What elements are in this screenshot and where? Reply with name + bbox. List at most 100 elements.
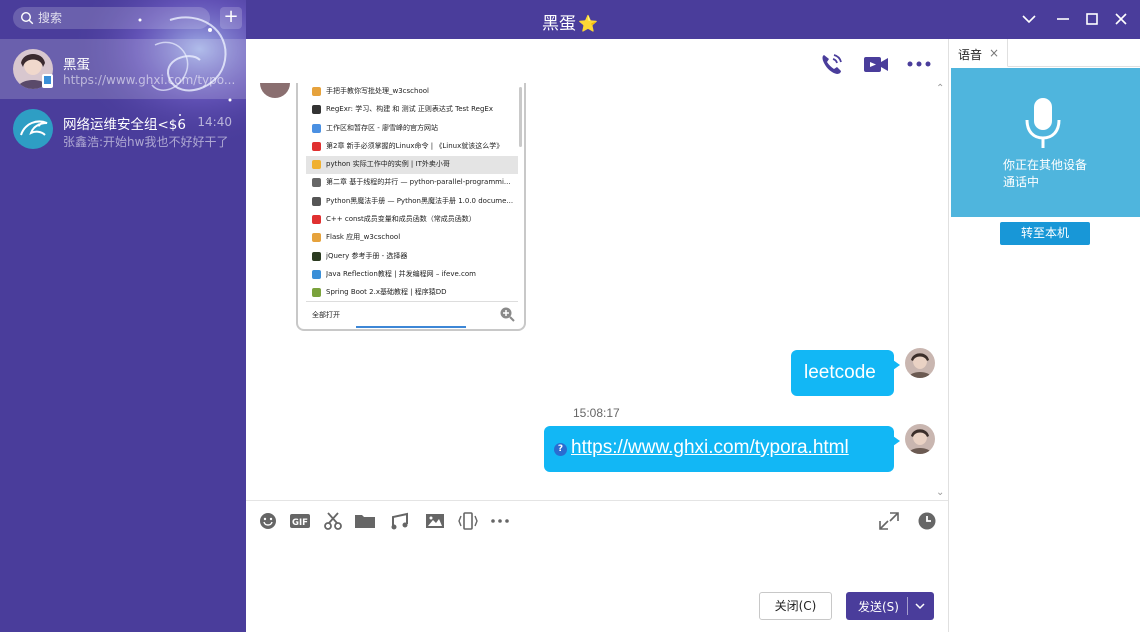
favicon-icon	[312, 87, 321, 96]
screenshot-button[interactable]	[322, 511, 344, 531]
close-button[interactable]: 关闭(C)	[759, 592, 832, 620]
contact-preview: https://www.ghxi.com/typo...	[63, 73, 236, 87]
close-icon	[1115, 13, 1127, 25]
bookmark-title: jQuery 参考手册 - 选择器	[326, 251, 408, 260]
contact-time: 14:40	[197, 115, 232, 129]
emoji-button[interactable]	[258, 511, 280, 531]
bookmark-row: Spring Boot 2.x基础教程 | 程序猿DD	[306, 284, 518, 302]
bookmark-title: Flask 应用_w3cschool	[326, 233, 401, 242]
message-bubble[interactable]: leetcode	[791, 350, 900, 396]
bookmark-title: 第2章 新手必须掌握的Linux命令 | 《Linux就该这么学》	[326, 141, 504, 150]
my-avatar	[905, 348, 935, 378]
tab-underline	[1008, 66, 1140, 67]
shake-phone-icon	[458, 512, 478, 530]
minimize-button[interactable]	[1052, 8, 1074, 30]
gif-button[interactable]: GIF	[289, 511, 311, 531]
maximize-button[interactable]	[1081, 8, 1103, 30]
more-tools-button[interactable]	[489, 511, 511, 531]
contact-preview: 张鑫浩:开始hw我也不好好干了	[63, 135, 229, 149]
voice-status-card: 你正在其他设备 通话中	[951, 68, 1140, 217]
message-text: leetcode	[804, 362, 876, 383]
voice-call-icon[interactable]	[819, 52, 845, 76]
music-button[interactable]	[389, 511, 411, 531]
image-icon	[426, 514, 444, 528]
screenshot-image[interactable]: 手把手教你写批处理_w3cschool RegExr: 学习、构建 和 测试 正则…	[296, 83, 526, 331]
chat-title: 黑蛋	[542, 14, 577, 34]
send-label: 发送(S)	[858, 600, 899, 614]
emoji-icon	[260, 513, 276, 529]
favicon-icon	[312, 215, 321, 225]
screenshot-footer: 全部打开	[306, 301, 518, 328]
favicon-icon	[312, 178, 321, 188]
contact-sidebar: + 黑蛋 https://www.ghxi.com/typo... 网络运维安全…	[0, 0, 246, 632]
favicon-icon	[312, 123, 321, 133]
voice-status-text: 你正在其他设备 通话中	[1003, 157, 1103, 191]
avatar	[13, 109, 53, 149]
message-list[interactable]: 手把手教你写批处理_w3cschool RegExr: 学习、构建 和 测试 正则…	[246, 83, 948, 500]
favicon-icon	[312, 288, 321, 298]
message-link[interactable]: https://www.ghxi.com/typora.html	[571, 437, 849, 458]
tab-voice[interactable]: 语音 ×	[949, 39, 1008, 67]
contact-name: 网络运维安全组<$6	[63, 117, 186, 133]
composer-divider	[246, 500, 948, 501]
chat-header	[246, 39, 948, 83]
music-icon	[391, 512, 408, 530]
bookmark-row: Java Reflection教程 | 并发编程网 – ifeve.com	[306, 266, 518, 284]
screenshot-scrollbar	[519, 87, 522, 147]
bookmark-row: C++ const成员变量和成员函数（常成员函数）	[306, 211, 518, 229]
transfer-to-device-button[interactable]: 转至本机	[1000, 222, 1090, 245]
bookmark-row: 第2章 新手必须掌握的Linux命令 | 《Linux就该这么学》	[306, 138, 518, 156]
message-timestamp: 15:08:17	[573, 406, 620, 420]
star-icon: ⭐	[578, 14, 598, 33]
window-title: 黑蛋 ⭐	[0, 9, 1140, 34]
bookmark-row: 手把手教你写批处理_w3cschool	[306, 83, 518, 101]
shake-button[interactable]	[457, 511, 479, 531]
favicon-icon	[312, 233, 321, 243]
video-call-icon[interactable]	[863, 52, 889, 76]
voice-panel: 语音 × 你正在其他设备 通话中 转至本机	[948, 39, 1140, 632]
gif-icon: GIF	[290, 514, 310, 528]
more-options-icon[interactable]	[906, 52, 932, 76]
voice-status-line1: 你正在其他设备	[1003, 158, 1088, 172]
mobile-online-icon	[42, 74, 53, 88]
scroll-up-icon[interactable]: ⌃	[936, 83, 946, 94]
minimize-icon	[1057, 18, 1069, 20]
open-all-label: 全部打开	[312, 311, 340, 319]
bookmark-row: 工作区和暂存区 - 廖雪峰的官方网站	[306, 120, 518, 138]
favicon-icon	[312, 105, 321, 115]
microphone-icon	[1025, 98, 1061, 148]
bookmark-title: Python黑魔法手册 — Python黑魔法手册 1.0.0 docume..…	[326, 196, 514, 205]
contact-item-group[interactable]: 网络运维安全组<$6 14:40 张鑫浩:开始hw我也不好好干了	[0, 99, 246, 159]
chevron-down-icon[interactable]	[914, 600, 926, 612]
close-tab-icon[interactable]: ×	[989, 46, 999, 60]
bookmark-row: Python黑魔法手册 — Python黑魔法手册 1.0.0 docume..…	[306, 193, 518, 211]
clock-icon	[918, 512, 936, 530]
send-separator	[907, 597, 908, 615]
title-bar: 黑蛋 ⭐	[246, 0, 1140, 39]
file-button[interactable]	[354, 511, 376, 531]
favicon-icon	[312, 269, 321, 279]
bookmark-title: RegExr: 学习、构建 和 测试 正则表达式 Test RegEx	[326, 105, 493, 114]
chevron-down-icon	[1022, 15, 1036, 24]
image-button[interactable]	[424, 511, 446, 531]
svg-text:GIF: GIF	[292, 518, 308, 528]
bookmark-row: 第二章 基于线程的并行 — python-parallel-programmi.…	[306, 174, 518, 192]
favicon-icon	[312, 196, 321, 206]
bookmark-row: python 实际工作中的实例 | IT外卖小哥	[306, 156, 518, 175]
expand-composer-button[interactable]	[878, 511, 900, 531]
history-button[interactable]	[916, 511, 938, 531]
bookmark-row: jQuery 参考手册 - 选择器	[306, 248, 518, 266]
link-message-bubble[interactable]: ? https://www.ghxi.com/typora.html	[544, 426, 900, 472]
scroll-down-icon[interactable]: ⌄	[936, 487, 946, 498]
bookmark-title: 工作区和暂存区 - 廖雪峰的官方网站	[326, 123, 438, 132]
bookmark-title: 手把手教你写批处理_w3cschool	[326, 87, 429, 95]
dropdown-button[interactable]	[1018, 8, 1040, 30]
bookmark-list: 手把手教你写批处理_w3cschool RegExr: 学习、构建 和 测试 正则…	[306, 83, 518, 303]
chat-panel: 手把手教你写批处理_w3cschool RegExr: 学习、构建 和 测试 正则…	[246, 39, 948, 632]
focus-line	[356, 326, 466, 328]
send-button[interactable]: 发送(S)	[846, 592, 934, 620]
bookmark-title: 第二章 基于线程的并行 — python-parallel-programmi.…	[326, 178, 511, 187]
close-window-button[interactable]	[1110, 8, 1132, 30]
contact-item-heidan[interactable]: 黑蛋 https://www.ghxi.com/typo...	[0, 39, 246, 99]
tab-label: 语音	[958, 48, 983, 62]
